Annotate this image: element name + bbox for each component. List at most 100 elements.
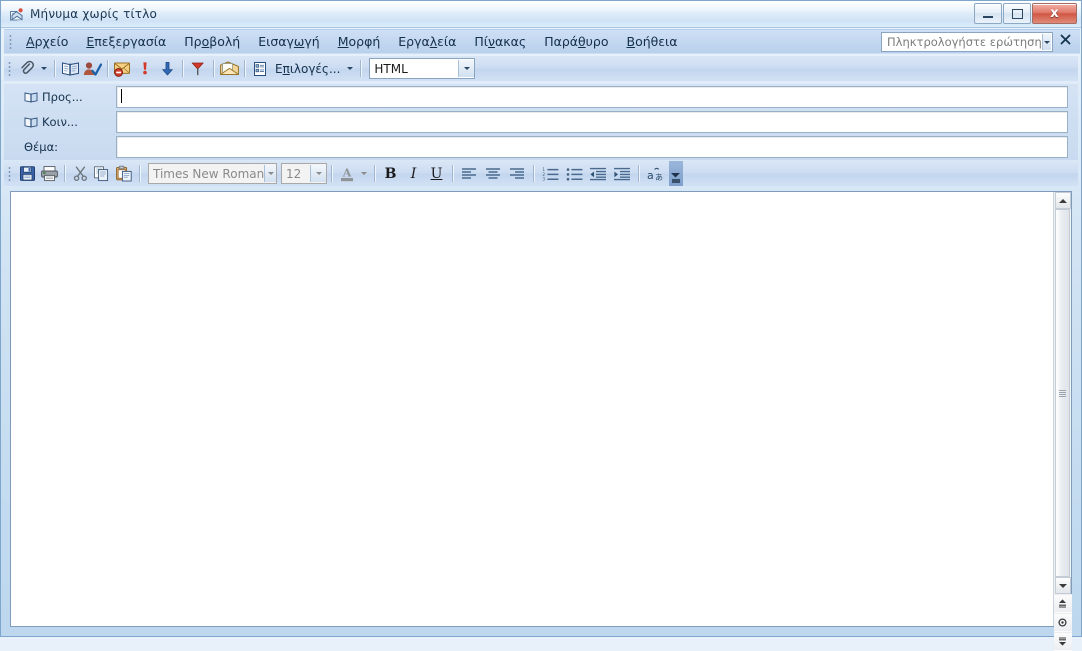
options-button-label[interactable]: Επιλογές...: [271, 62, 344, 76]
font-family-combo[interactable]: Times New Roman: [148, 163, 277, 184]
menu-item-view[interactable]: Προβολή: [175, 32, 249, 52]
paste-button[interactable]: [113, 163, 135, 184]
cc-row: Κοιν...: [4, 110, 1078, 133]
svg-text:3: 3: [542, 176, 545, 180]
next-page-button[interactable]: [1053, 632, 1072, 651]
ask-a-question-dropdown[interactable]: [1041, 34, 1051, 50]
menu-item-window[interactable]: Παράθυρο: [535, 32, 617, 52]
scroll-up-button[interactable]: [1054, 192, 1071, 209]
address-book-icon: [61, 62, 79, 76]
scroll-down-button[interactable]: [1054, 577, 1071, 594]
svg-text:あ: あ: [655, 173, 663, 182]
to-input[interactable]: [116, 85, 1068, 108]
to-button[interactable]: Προς...: [4, 90, 116, 104]
menu-file-key: Α: [26, 33, 35, 49]
bold-button[interactable]: B: [379, 163, 402, 184]
select-browse-object-button[interactable]: [1053, 613, 1072, 632]
align-right-icon: [510, 167, 524, 179]
message-body-editor[interactable]: [11, 192, 1054, 626]
print-button[interactable]: [38, 163, 60, 184]
message-compose-window: Μήνυμα χωρίς τίτλο x Αρχείο Επεξεργασία …: [0, 0, 1082, 651]
menu-format-rest: ορφή: [348, 33, 381, 49]
align-center-button[interactable]: [481, 163, 505, 184]
double-arrow-down-icon: [1059, 637, 1066, 646]
font-color-button[interactable]: A: [336, 163, 358, 184]
menu-item-insert[interactable]: Εισαγωγή: [249, 32, 328, 52]
menu-format-key: Μ: [337, 33, 349, 49]
to-label: Προς...: [42, 89, 83, 104]
formatting-toolbar-grip[interactable]: [8, 166, 11, 181]
font-size-combo[interactable]: 12: [281, 163, 327, 184]
decrease-indent-button[interactable]: [586, 163, 610, 184]
menu-item-file[interactable]: Αρχείο: [17, 32, 77, 52]
options-dropdown[interactable]: [344, 58, 356, 79]
menu-item-tools[interactable]: Εργαλεία: [389, 32, 465, 52]
toolbar-separator: [331, 165, 332, 182]
menu-item-edit[interactable]: Επεξεργασία: [77, 32, 175, 52]
standard-toolbar-grip[interactable]: [8, 61, 11, 76]
subject-input[interactable]: [116, 135, 1068, 158]
menu-item-format[interactable]: Μορφή: [329, 32, 390, 52]
ask-a-question-box[interactable]: Πληκτρολογήστε ερώτηση: [881, 32, 1053, 52]
follow-up-flag-button[interactable]: [187, 58, 209, 79]
exclamation-red-icon: [143, 62, 147, 75]
copy-button[interactable]: [91, 163, 113, 184]
menu-tools-pre: Εργα: [398, 33, 430, 49]
align-right-button[interactable]: [505, 163, 529, 184]
menu-window-rest: υρο: [585, 33, 609, 49]
align-left-button[interactable]: [457, 163, 481, 184]
window-controls: x: [974, 3, 1077, 24]
toolbar-separator: [54, 60, 55, 77]
previous-page-button[interactable]: [1053, 594, 1072, 613]
close-askbox-icon[interactable]: [1060, 34, 1071, 49]
toolbar-separator: [360, 60, 362, 77]
close-icon: x: [1050, 6, 1059, 21]
font-color-dropdown[interactable]: [358, 163, 370, 184]
message-format-combo[interactable]: HTML: [369, 58, 476, 79]
subject-row: Θέμα:: [4, 135, 1078, 158]
underline-button[interactable]: U: [425, 163, 448, 184]
numbered-list-button[interactable]: 1 2 3: [538, 163, 562, 184]
phonetic-guide-button[interactable]: a あ: [643, 163, 667, 184]
scroll-grip-icon: [1059, 389, 1066, 397]
menu-edit-rest: πεξεργασία: [94, 33, 167, 49]
bulleted-list-button[interactable]: [562, 163, 586, 184]
font-color-icon: A: [341, 166, 353, 181]
menu-item-table[interactable]: Πίνακας: [465, 32, 535, 52]
scrollbar-track[interactable]: [1054, 209, 1071, 577]
scroll-thumb[interactable]: [1055, 209, 1070, 577]
cc-input[interactable]: [116, 110, 1068, 133]
minimize-button[interactable]: [974, 3, 1002, 24]
toolbar-overflow-button[interactable]: [669, 161, 683, 186]
menu-help-rest: οήθεια: [635, 33, 678, 49]
font-size-value: 12: [286, 166, 302, 181]
titlebar-gloss: [1, 1, 1081, 13]
high-importance-button[interactable]: [134, 58, 156, 79]
check-names-button[interactable]: [81, 58, 103, 79]
attach-file-button[interactable]: [16, 58, 38, 79]
align-left-icon: [462, 167, 476, 179]
font-family-dropdown[interactable]: [264, 165, 276, 182]
align-center-icon: [486, 167, 500, 179]
close-button[interactable]: x: [1032, 3, 1077, 24]
save-button[interactable]: [16, 163, 38, 184]
vertical-scrollbar[interactable]: [1053, 192, 1072, 651]
address-book-button[interactable]: [59, 58, 81, 79]
cut-button[interactable]: [69, 163, 91, 184]
font-size-dropdown[interactable]: [310, 165, 326, 182]
attach-file-dropdown[interactable]: [38, 58, 50, 79]
menu-help-key: Β: [626, 33, 636, 49]
options-button[interactable]: [249, 58, 271, 79]
low-importance-button[interactable]: [156, 58, 178, 79]
italic-button[interactable]: I: [402, 163, 425, 184]
increase-indent-button[interactable]: [610, 163, 634, 184]
maximize-button[interactable]: [1003, 3, 1031, 24]
menu-table-key: ν: [488, 33, 495, 49]
message-format-dropdown[interactable]: [458, 60, 475, 77]
ask-a-question-input[interactable]: Πληκτρολογήστε ερώτηση: [882, 35, 1042, 49]
menu-item-help[interactable]: Βοήθεια: [618, 32, 687, 52]
cc-button[interactable]: Κοιν...: [4, 115, 116, 129]
open-folder-button[interactable]: [218, 58, 240, 79]
menubar-grip[interactable]: [9, 34, 12, 49]
block-sender-button[interactable]: [112, 58, 134, 79]
